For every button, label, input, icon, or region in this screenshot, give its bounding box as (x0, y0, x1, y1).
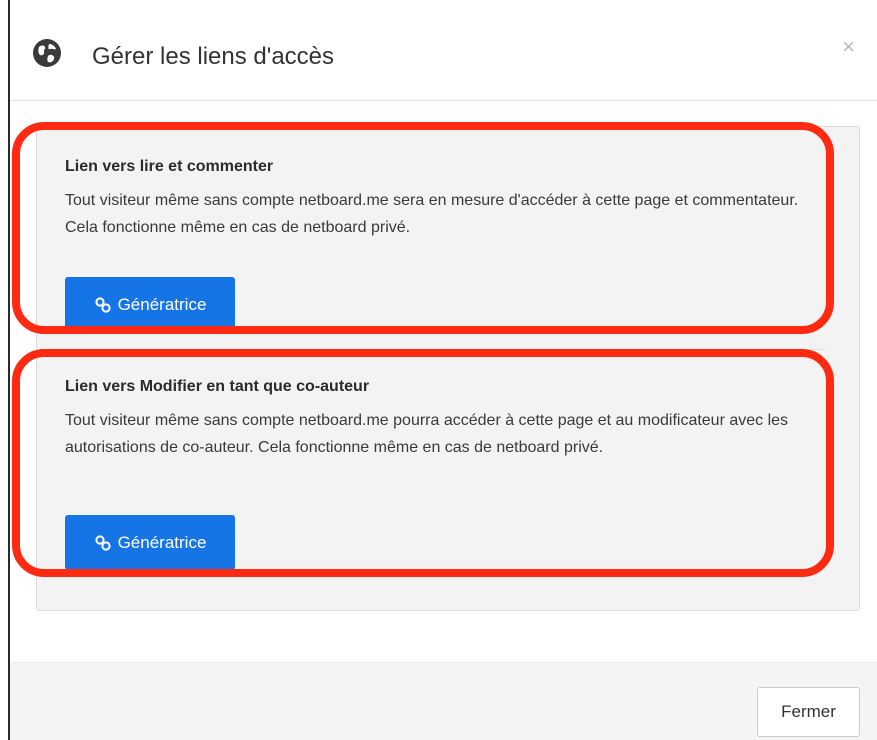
link-icon (94, 296, 112, 314)
access-links-modal: Gérer les liens d'accès × Lien vers lire… (10, 8, 877, 740)
modal-footer: Fermer (10, 662, 877, 740)
globe-icon (32, 38, 62, 68)
page: Gérer les liens d'accès × Lien vers lire… (0, 0, 877, 740)
button-label: Génératrice (117, 294, 207, 314)
modal-header: Gérer les liens d'accès × (10, 8, 877, 101)
read-comment-link-section: Lien vers lire et commenter Tout visiteu… (65, 157, 825, 332)
modal-title: Gérer les liens d'accès (92, 43, 335, 70)
generate-read-comment-link-button[interactable]: Génératrice (65, 277, 235, 332)
access-links-panel: Lien vers lire et commenter Tout visiteu… (36, 126, 860, 611)
button-label: Génératrice (117, 532, 207, 552)
coauthor-edit-link-section: Lien vers Modifier en tant que co-auteur… (65, 377, 825, 570)
section-description: Tout visiteur même sans compte netboard.… (65, 192, 799, 236)
section-divider (65, 349, 825, 350)
generate-coauthor-link-button[interactable]: Génératrice (65, 515, 235, 570)
section-title: Lien vers Modifier en tant que co-auteur (65, 378, 370, 395)
section-title: Lien vers lire et commenter (65, 158, 274, 175)
close-icon[interactable]: × (842, 36, 855, 58)
close-button[interactable]: Fermer (757, 687, 860, 737)
link-icon (94, 534, 112, 552)
section-description: Tout visiteur même sans compte netboard.… (65, 412, 789, 456)
